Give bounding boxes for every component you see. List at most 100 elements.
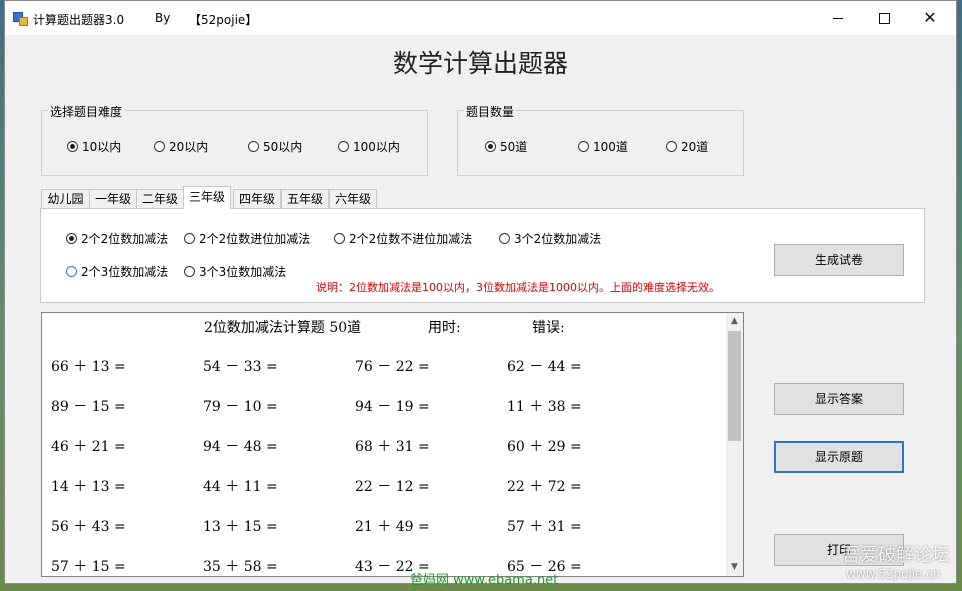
radio-label: 10以内 [82, 140, 122, 154]
difficulty-group: 选择题目难度 10以内 20以内 50以内 100以内 [41, 103, 428, 176]
scroll-down-icon[interactable]: ▼ [726, 559, 743, 576]
difficulty-radio-20[interactable]: 20以内 [154, 138, 208, 155]
radio-icon [666, 141, 677, 152]
radio-label: 100以内 [353, 140, 400, 154]
problem: 54 － 33 = [203, 359, 278, 375]
problem: 11 ＋ 38 = [507, 399, 582, 415]
radio-checked-icon [67, 141, 78, 152]
radio-label: 50以内 [263, 140, 303, 154]
quantity-radio-50[interactable]: 50道 [485, 138, 527, 155]
tab-grade-3[interactable]: 三年级 [183, 186, 231, 209]
problem: 60 ＋ 29 = [507, 439, 582, 455]
quantity-radio-20[interactable]: 20道 [666, 138, 708, 155]
problem: 57 ＋ 31 = [507, 519, 582, 535]
radio-label: 2个2位数不进位加减法 [349, 232, 473, 246]
app-icon [13, 12, 28, 26]
generate-paper-button[interactable]: 生成试卷 [774, 244, 904, 276]
quantity-radio-100[interactable]: 100道 [578, 138, 628, 155]
problem: 13 ＋ 15 = [203, 519, 278, 535]
tab-grade-2[interactable]: 二年级 [136, 189, 184, 208]
difficulty-radio-50[interactable]: 50以内 [248, 138, 302, 155]
problem-row: 57 ＋ 15 = 35 ＋ 58 = 43 － 22 = 65 － 26 = [42, 556, 722, 576]
problem: 46 ＋ 21 = [51, 439, 126, 455]
radio-label: 3个2位数加减法 [514, 232, 602, 246]
problem: 22 － 12 = [355, 479, 430, 495]
problem: 22 ＋ 72 = [507, 479, 582, 495]
tab-grade-5[interactable]: 五年级 [281, 189, 329, 208]
tab-grade-4[interactable]: 四年级 [233, 189, 281, 208]
scroll-up-icon[interactable]: ▲ [726, 313, 743, 330]
scroll-thumb[interactable] [728, 331, 741, 441]
option-2x2-no-carry[interactable]: 2个2位数不进位加减法 [334, 230, 472, 247]
forum-watermark: 吾爱破解论坛 [842, 545, 950, 566]
close-icon: ✕ [923, 8, 937, 27]
problem: 79 － 10 = [203, 399, 278, 415]
radio-icon [334, 233, 345, 244]
problem-row: 14 ＋ 13 = 44 ＋ 11 = 22 － 12 = 22 ＋ 72 = [42, 476, 722, 496]
radio-icon [578, 141, 589, 152]
instruction-note: 说明：2位数加减法是100以内，3位数加减法是1000以内。上面的难度选择无效。 [316, 281, 720, 294]
radio-label: 100道 [593, 140, 628, 154]
errors-label: 错误: [532, 320, 565, 336]
problem: 57 ＋ 15 = [51, 559, 126, 575]
quantity-group: 题目数量 50道 100道 20道 [457, 103, 744, 176]
radio-label: 2个2位数加减法 [81, 232, 169, 246]
radio-icon [154, 141, 165, 152]
worksheet-textbox[interactable]: 2位数加减法计算题 50道 用时: 错误: 66 ＋ 13 = 54 － 33 … [41, 312, 744, 577]
radio-icon [499, 233, 510, 244]
minimize-button[interactable] [815, 1, 861, 35]
problem: 68 ＋ 31 = [355, 439, 430, 455]
radio-icon [184, 233, 195, 244]
difficulty-radio-10[interactable]: 10以内 [67, 138, 121, 155]
problem: 62 － 44 = [507, 359, 582, 375]
time-label: 用时: [428, 320, 461, 336]
problem-row: 66 ＋ 13 = 54 － 33 = 76 － 22 = 62 － 44 = [42, 356, 722, 376]
close-button[interactable]: ✕ [907, 1, 953, 35]
problem-row: 56 ＋ 43 = 13 ＋ 15 = 21 ＋ 49 = 57 ＋ 31 = [42, 516, 722, 536]
radio-icon [184, 266, 195, 277]
problem-row: 46 ＋ 21 = 94 － 48 = 68 ＋ 31 = 60 ＋ 29 = [42, 436, 722, 456]
difficulty-group-label: 选择题目难度 [48, 103, 125, 120]
problem: 14 ＋ 13 = [51, 479, 126, 495]
problem: 94 － 19 = [355, 399, 430, 415]
option-3x3-add-sub[interactable]: 3个3位数加减法 [184, 263, 286, 280]
problem: 44 ＋ 11 = [203, 479, 278, 495]
radio-label: 2个3位数加减法 [81, 265, 169, 279]
maximize-icon [879, 13, 890, 24]
page-title: 数学计算出题器 [392, 49, 568, 78]
option-3x2-add-sub[interactable]: 3个2位数加减法 [499, 230, 601, 247]
radio-icon [248, 141, 259, 152]
problem: 89 － 15 = [51, 399, 126, 415]
option-2x2-add-sub[interactable]: 2个2位数加减法 [66, 230, 168, 247]
window-title: 计算题出题器3.0 [33, 13, 125, 27]
ebama-watermark: 爸妈网 www.ebama.net [410, 573, 559, 588]
tab-grade-1[interactable]: 一年级 [89, 189, 137, 208]
radio-label: 20道 [681, 140, 709, 154]
radio-checked-icon [66, 233, 77, 244]
radio-label: 2个2位数进位加减法 [199, 232, 311, 246]
minimize-icon [833, 18, 843, 19]
worksheet-scrollbar[interactable]: ▲ ▼ [726, 313, 743, 576]
difficulty-radio-100[interactable]: 100以内 [338, 138, 400, 155]
maximize-button[interactable] [861, 1, 907, 35]
window-title-by: By [155, 11, 171, 25]
problem: 94 － 48 = [203, 439, 278, 455]
option-2x2-carry[interactable]: 2个2位数进位加减法 [184, 230, 310, 247]
option-2x3-add-sub[interactable]: 2个3位数加减法 [66, 263, 168, 280]
tab-kindergarten[interactable]: 幼儿园 [41, 189, 90, 208]
problem: 66 ＋ 13 = [51, 359, 126, 375]
tab-grade-6[interactable]: 六年级 [329, 189, 377, 208]
problem: 35 ＋ 58 = [203, 559, 278, 575]
radio-label: 3个3位数加减法 [199, 265, 287, 279]
show-original-button[interactable]: 显示原题 [774, 441, 904, 473]
radio-icon [66, 266, 77, 277]
title-bar: 计算题出题器3.0 By 【52pojie】 ✕ [5, 1, 956, 35]
quantity-group-label: 题目数量 [464, 103, 517, 120]
radio-label: 20以内 [169, 140, 209, 154]
radio-label: 50道 [500, 140, 528, 154]
show-answers-button[interactable]: 显示答案 [774, 383, 904, 415]
radio-checked-icon [485, 141, 496, 152]
problem: 21 ＋ 49 = [355, 519, 430, 535]
radio-icon [338, 141, 349, 152]
window-title-site: 【52pojie】 [189, 13, 258, 27]
